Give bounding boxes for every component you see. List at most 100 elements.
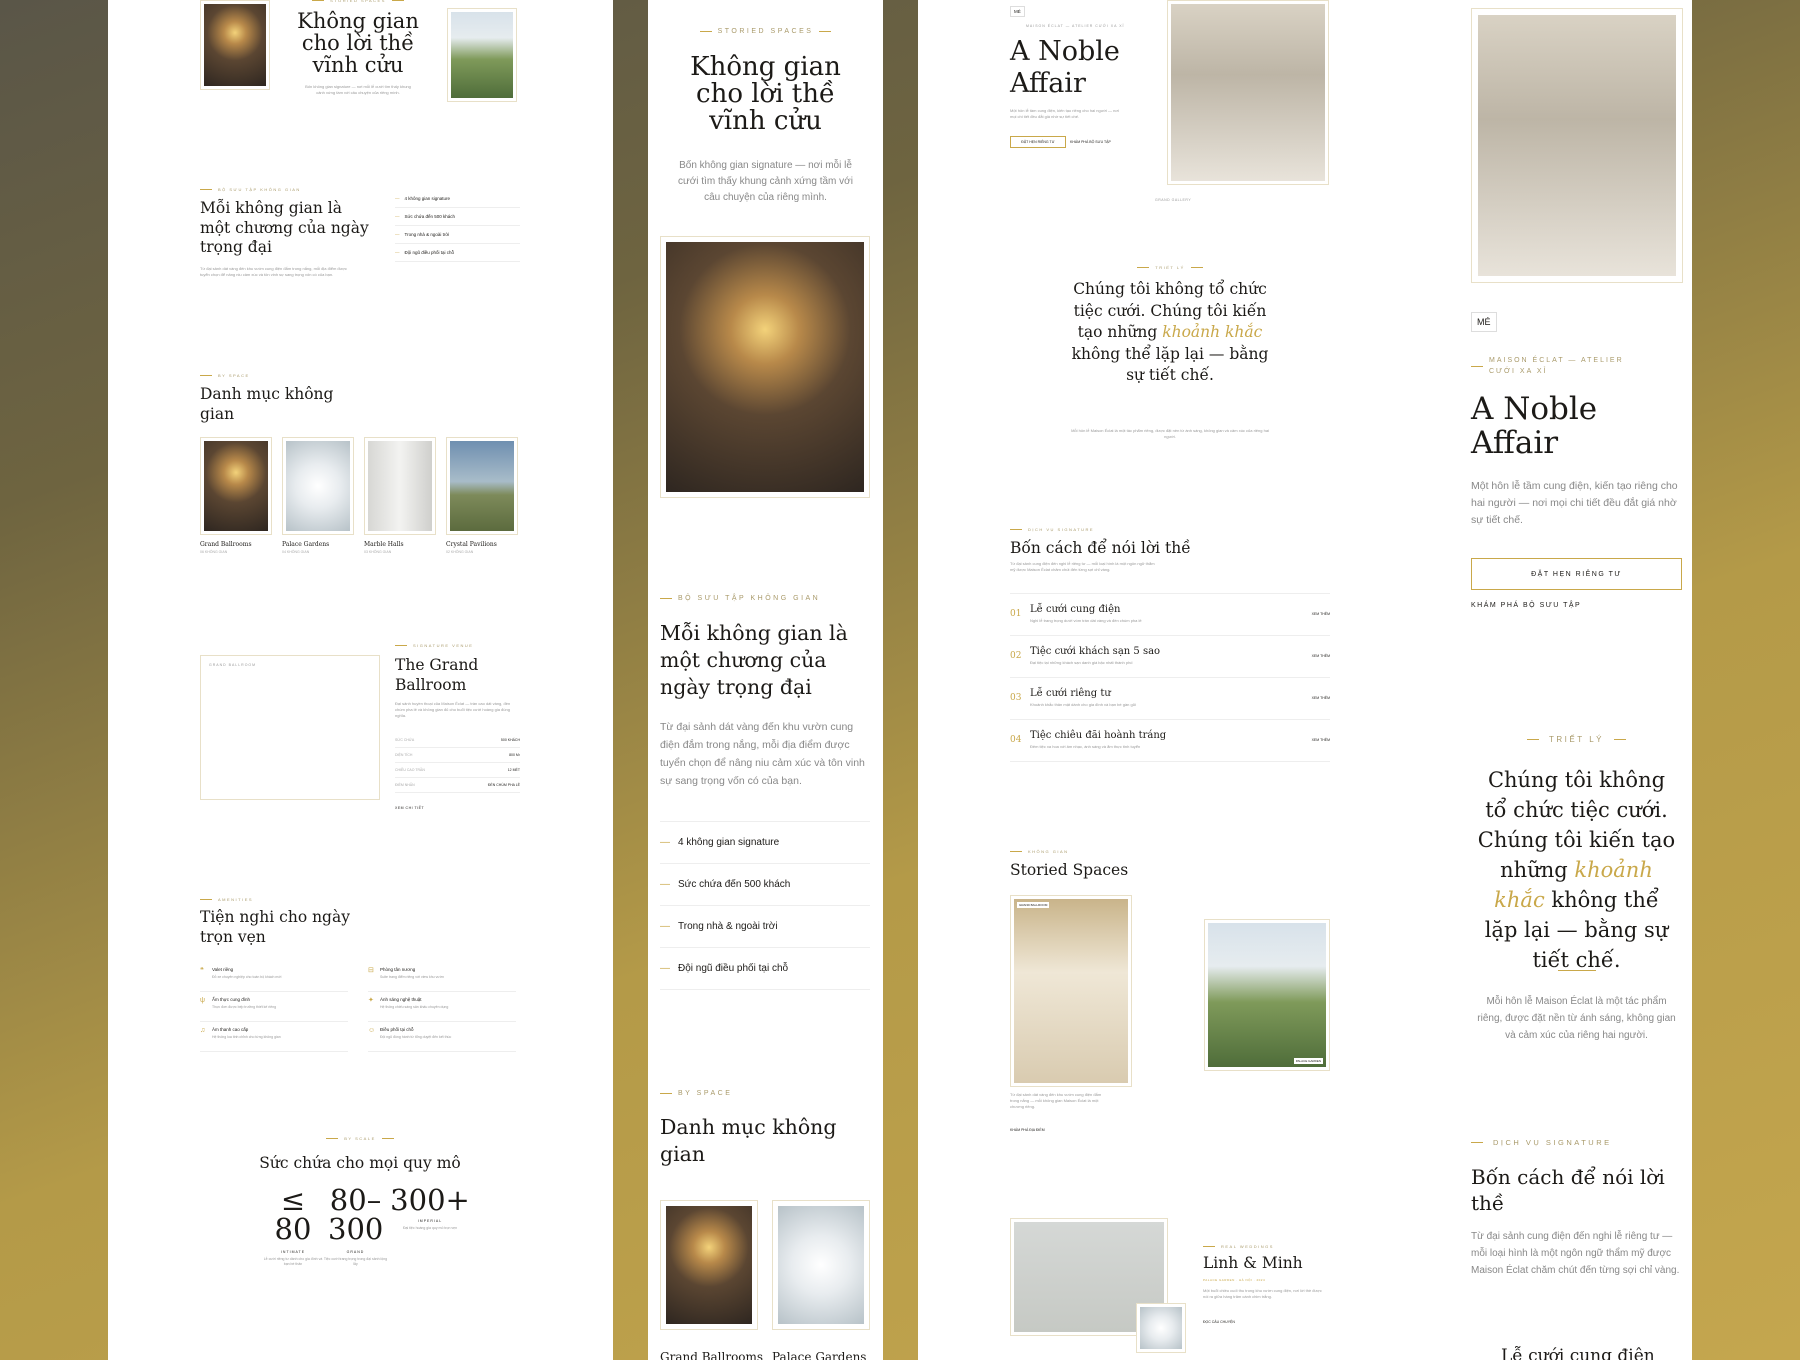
service-more-link[interactable]: XEM THÊM [1312,612,1330,616]
mobile-feature-list: —4 không gian signature — Sức chứa đến 50… [660,821,870,990]
space-card[interactable]: Palace Gardens 04 KHÔNG GIAN [282,437,354,554]
philosophy-eyebrow: TRIẾT LÝ [1070,265,1270,270]
mobile-space-card-image[interactable] [772,1200,870,1330]
ballroom-image[interactable]: GRAND BALLROOM [1010,895,1132,1087]
dining-icon: ψ [200,997,205,1004]
mobile-collection-title: Mỗi không gian là một chương của ngày tr… [660,621,848,699]
service-more-link[interactable]: XEM THÊM [1312,738,1330,742]
philosophy-statement: Chúng tôi không tổ chức tiệc cưới. Chúng… [1071,280,1269,384]
mobile-divider [1558,970,1596,971]
feature-item: — Sức chứa đến 500 khách [395,208,520,226]
hero-description: Bốn không gian signature — nơi mỗi lễ cư… [305,84,411,95]
space-card-image [200,437,272,535]
service-row[interactable]: 01 Lễ cưới cung điện Nghi lễ trang trọng… [1010,594,1330,636]
spaces-eyebrow: KHÔNG GIAN [1010,849,1069,854]
mobile-explore-collection-link[interactable]: KHÁM PHÁ BỘ SƯU TẬP [1471,602,1581,609]
spec-row: CHIỀU CAO TRẦN 12 MÉT [395,763,520,778]
amenity-item: ❝ Valet riêng Đỗ xe chuyên nghiệp cho to… [200,966,348,992]
explore-venues-link[interactable]: KHÁM PHÁ ĐỊA ĐIỂM [1010,1128,1045,1132]
venue-specs: SỨC CHỨA 500 KHÁCH DIỆN TÍCH 800 M² CHIỀU … [395,733,520,793]
music-icon: ♫ [200,1027,206,1034]
spec-row: SỨC CHỨA 500 KHÁCH [395,733,520,748]
mobile-brand-logo: MÉ [1471,312,1497,332]
space-card[interactable]: Marble Halls 03 KHÔNG GIAN [364,437,436,554]
collection-title: Mỗi không gian là một chương của ngày tr… [200,199,369,256]
feature-item: — Đội ngũ điều phối tại chỗ [395,244,520,262]
hero-eyebrow: STORIED SPACES [293,0,423,3]
brand-logo: MÉ [1010,6,1025,17]
explore-collection-link[interactable]: KHÁM PHÁ BỘ SƯU TẬP [1070,140,1111,144]
byspace-title: Danh mục không gian [200,385,334,423]
service-row[interactable]: 04 Tiệc chiêu đãi hoành tráng Đêm tiệc x… [1010,720,1330,762]
amenity-item: ⊟ Phòng tân nương Suite trang điểm riêng… [368,966,516,992]
venue-detail-link[interactable]: XEM CHI TIẾT [395,806,424,810]
real-wedding-inset-image [1136,1303,1186,1353]
mobile-byspace-eyebrow: BY SPACE [660,1090,732,1097]
philosophy-description: Mỗi hôn lễ Maison Éclat là một tác phẩm … [1071,428,1269,439]
service-more-link[interactable]: XEM THÊM [1312,696,1330,700]
real-weddings-eyebrow: REAL WEDDINGS [1203,1244,1274,1249]
scale-item: 80–300 GRAND Tiệc cưới trang trọng trong… [323,1183,388,1267]
mobile-brand-name: MAISON ÉCLAT — ATELIER CƯỚI XA XỈ [1471,355,1681,377]
amenity-item: ☺ Điều phối tại chỗ Đội ngũ đồng hành từ… [368,1026,516,1052]
amenity-item: ♫ Âm thanh cao cấp Hệ thống loa tinh chỉ… [200,1026,348,1052]
feature-list: —4 không gian signature — Sức chứa đến 50… [395,190,520,262]
space-card[interactable]: Crystal Pavilions 02 KHÔNG GIAN [446,437,518,554]
desktop-spaces-page: STORIED SPACES Không gian cho lời thề vĩ… [108,0,613,1360]
feature-item: —4 không gian signature [395,190,520,208]
byspace-eyebrow: BY SPACE [200,373,250,378]
amenities-eyebrow: AMENITIES [200,897,253,902]
mobile-space-card-image[interactable] [660,1200,758,1330]
mobile-philosophy-eyebrow: TRIẾT LÝ [1471,735,1682,744]
space-card-image [446,437,518,535]
suite-icon: ⊟ [368,967,374,974]
space-card-name: Marble Halls [364,541,404,548]
hero-image-left [200,0,270,90]
desktop-home-page: MÉ MAISON ÉCLAT — ATELIER CƯỚI XA XỈ A N… [918,0,1423,1360]
service-list: 01 Lễ cưới cung điện Nghi lễ trang trọng… [1010,593,1330,762]
scale-eyebrow: BY SCALE [200,1136,520,1141]
mobile-collection-description: Từ đại sảnh dát vàng đến khu vườn cung đ… [660,721,865,787]
mobile-collection-eyebrow: BỘ SƯU TẬP KHÔNG GIAN [660,595,820,602]
service-row[interactable]: 02 Tiệc cưới khách sạn 5 sao Đại tiệc tạ… [1010,636,1330,678]
space-card[interactable]: Grand Ballrooms 06 KHÔNG GIAN [200,437,272,554]
services-description: Từ đại sảnh cung điện đến nghi lễ riêng … [1010,561,1155,572]
book-appointment-button[interactable]: ĐẶT HẸN RIÊNG TƯ [1010,136,1066,148]
garden-image[interactable]: PALACE GARDEN [1204,919,1330,1071]
venue-image-label: GRAND BALLROOM [209,663,257,667]
hero-title: A Noble Affair [1010,36,1120,99]
scale-title: Sức chứa cho mọi quy mô [259,1154,461,1172]
service-more-link[interactable]: XEM THÊM [1312,654,1330,658]
mobile-hero-image [660,236,870,498]
space-card-name: Grand Ballrooms [200,541,252,548]
lighting-icon: ✦ [368,997,374,1004]
feature-item: — Đội ngũ điều phối tại chỗ [660,948,870,990]
valet-icon: ❝ [200,967,204,974]
mobile-service-title[interactable]: Lễ cưới cung điện [1501,1346,1655,1360]
space-card-count: 04 KHÔNG GIAN [282,550,310,554]
space-card-image [364,437,436,535]
read-story-link[interactable]: ĐỌC CÂU CHUYỆN [1203,1320,1235,1324]
mobile-spaces-page: STORIED SPACES Không gian cho lời thề vĩ… [648,0,883,1360]
venue-description: Đại sảnh huyền thoại của Maison Éclat — … [395,701,511,718]
space-card-count: 06 KHÔNG GIAN [200,550,228,554]
service-row[interactable]: 03 Lễ cưới riêng tư Khoảnh khắc thân mật… [1010,678,1330,720]
brand-name: MAISON ÉCLAT — ATELIER CƯỚI XA XỈ [1026,24,1125,28]
mobile-byspace-title: Danh mục không gian [660,1115,837,1166]
couple-description: Một buổi chiều cuối thu trong khu vườn c… [1203,1288,1322,1299]
spaces-title: Storied Spaces [1010,861,1129,879]
collection-description: Từ đại sảnh dát vàng đến khu vườn cung đ… [200,266,347,277]
space-card-count: 03 KHÔNG GIAN [364,550,392,554]
philosophy-highlight: khoảnh khắc [1162,323,1263,341]
amenities-title: Tiện nghi cho ngày trọn vẹn [200,908,350,946]
mobile-hero-title: Không gian cho lời thề vĩnh cửu [690,52,841,136]
mobile-book-appointment-button[interactable]: ĐẶT HẸN RIÊNG TƯ [1471,558,1682,590]
mobile-hero-description: Bốn không gian signature — nơi mỗi lễ cư… [678,160,853,203]
venue-title: The Grand Ballroom [395,656,479,694]
hero-image-caption: GRAND GALLERY [1155,198,1192,202]
feature-item: — Trong nhà & ngoài trời [660,906,870,948]
mobile-philosophy-description: Mỗi hôn lễ Maison Éclat là một tác phẩm … [1477,996,1676,1041]
hero-title: Không gian cho lời thề vĩnh cửu [297,9,419,77]
coordinator-icon: ☺ [368,1027,376,1034]
spaces-description: Từ đại sảnh dát vàng đến khu vườn cung đ… [1010,1092,1102,1109]
